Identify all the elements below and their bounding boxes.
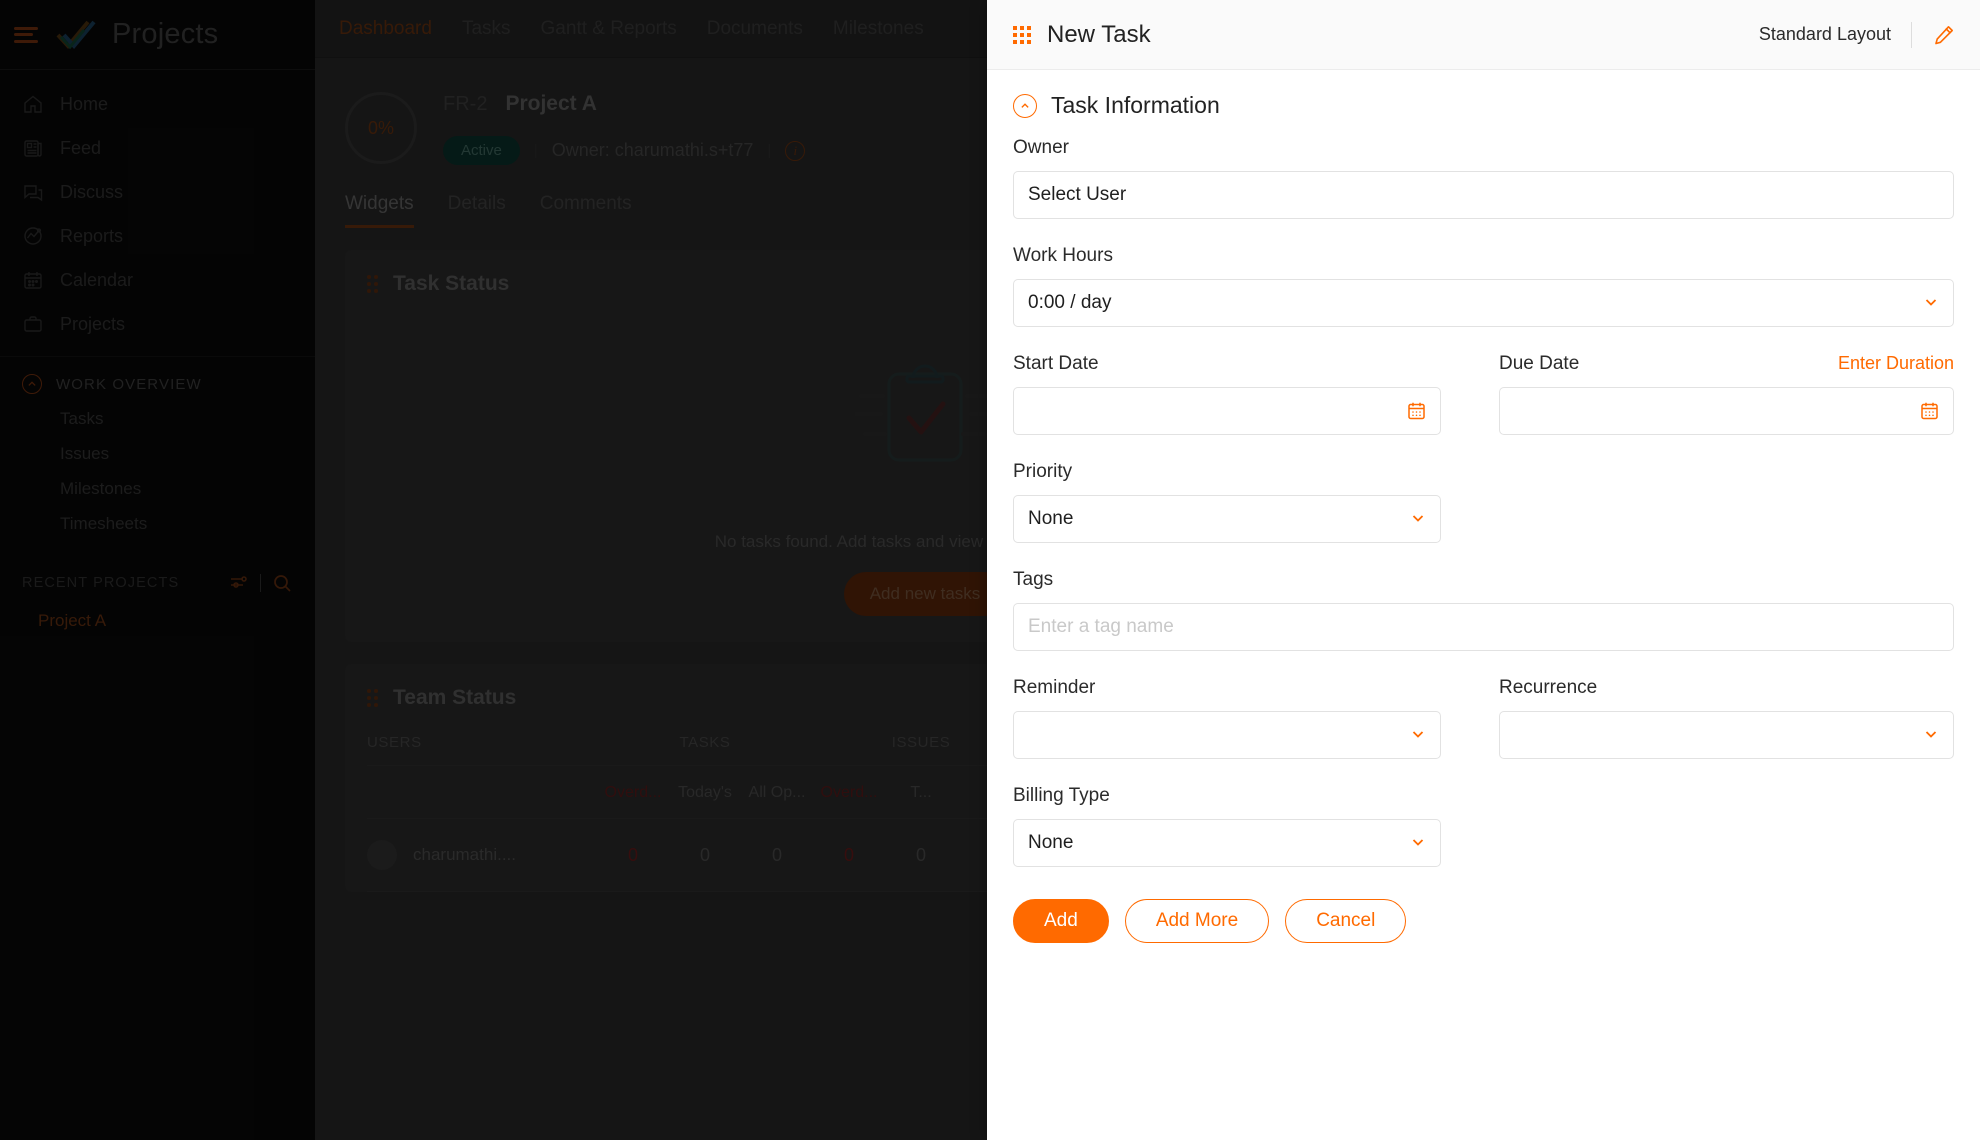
priority-select[interactable]: None [1013, 495, 1441, 543]
panel-footer-buttons: Add Add More Cancel [1013, 893, 1954, 943]
panel-title: New Task [1047, 20, 1151, 48]
cancel-button[interactable]: Cancel [1285, 899, 1407, 943]
calendar-icon[interactable] [1407, 401, 1426, 421]
grid-apps-icon[interactable] [1013, 25, 1031, 44]
owner-input[interactable]: Select User [1013, 171, 1954, 219]
owner-label: Owner [1013, 137, 1069, 158]
field-priority: Priority None [1013, 461, 1954, 543]
panel-header: New Task Standard Layout [987, 0, 1980, 70]
new-task-panel: New Task Standard Layout Task Informatio… [987, 0, 1980, 1140]
field-reminder: Reminder [1013, 677, 1441, 759]
field-owner: Owner Select User [1013, 137, 1954, 219]
chevron-down-icon [1923, 726, 1939, 745]
work-hours-select[interactable]: 0:00 / day [1013, 279, 1954, 327]
tags-placeholder: Enter a tag name [1028, 616, 1174, 637]
divider [1911, 21, 1912, 48]
due-date-label: Due Date [1499, 353, 1580, 374]
add-more-button[interactable]: Add More [1124, 899, 1270, 943]
enter-duration-link[interactable]: Enter Duration [1838, 353, 1954, 374]
layout-selector-label[interactable]: Standard Layout [1759, 24, 1891, 45]
edit-pencil-icon[interactable] [1932, 23, 1956, 47]
start-date-input[interactable] [1013, 387, 1441, 435]
due-date-input[interactable] [1499, 387, 1954, 435]
recurrence-label: Recurrence [1499, 677, 1598, 698]
field-work-hours: Work Hours 0:00 / day [1013, 245, 1954, 327]
add-button[interactable]: Add [1013, 899, 1109, 943]
start-date-label: Start Date [1013, 353, 1099, 374]
reminder-label: Reminder [1013, 677, 1096, 698]
field-start-date: Start Date [1013, 353, 1441, 435]
tags-input[interactable]: Enter a tag name [1013, 603, 1954, 651]
section-title: Task Information [1051, 92, 1220, 118]
field-recurrence: Recurrence [1499, 677, 1954, 759]
reminder-select[interactable] [1013, 711, 1441, 759]
chevron-down-icon [1410, 510, 1426, 529]
billing-type-select[interactable]: None [1013, 819, 1441, 867]
recurrence-select[interactable] [1499, 711, 1954, 759]
chevron-down-icon [1923, 294, 1939, 313]
owner-value: Select User [1028, 184, 1127, 205]
billing-type-label: Billing Type [1013, 785, 1110, 806]
priority-label: Priority [1013, 461, 1073, 482]
calendar-icon[interactable] [1920, 401, 1939, 421]
priority-value: None [1028, 508, 1074, 529]
billing-type-value: None [1028, 832, 1074, 853]
work-hours-value: 0:00 / day [1028, 292, 1112, 313]
task-information-section-header[interactable]: Task Information [1013, 70, 1954, 137]
field-tags: Tags Enter a tag name [1013, 569, 1954, 651]
collapse-chevron-up-icon[interactable] [1013, 93, 1037, 118]
field-billing-type: Billing Type None [1013, 785, 1954, 867]
chevron-down-icon [1410, 726, 1426, 745]
panel-body: Task Information Owner Select User Work … [987, 70, 1980, 1140]
work-hours-label: Work Hours [1013, 245, 1113, 266]
chevron-down-icon [1410, 834, 1426, 853]
dates-row: Start Date Due Date Enter Duration [1013, 353, 1954, 461]
field-due-date: Due Date Enter Duration [1499, 353, 1954, 435]
app-root: Projects Home Feed [0, 0, 1980, 1140]
reminder-recurrence-row: Reminder Recurrence [1013, 677, 1954, 785]
tags-label: Tags [1013, 569, 1054, 590]
